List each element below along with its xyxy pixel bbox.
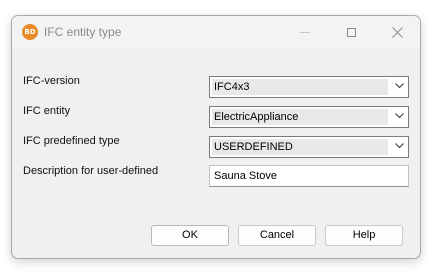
description-input[interactable]: Sauna Stove <box>209 165 409 187</box>
close-button[interactable] <box>374 16 420 48</box>
ifc-predefined-type-select[interactable]: USERDEFINED <box>209 136 409 158</box>
chevron-down-icon <box>395 113 404 119</box>
help-button[interactable]: Help <box>325 225 403 246</box>
ifc-entity-type-dialog: BD IFC entity type IFC-version IFC4x3 IF… <box>11 15 421 259</box>
minimize-button[interactable] <box>282 16 328 48</box>
ifc-entity-label: IFC entity <box>23 105 71 117</box>
title-bar[interactable]: BD IFC entity type <box>12 16 420 48</box>
app-logo-icon: BD <box>22 24 38 40</box>
ok-button[interactable]: OK <box>151 225 229 246</box>
maximize-button[interactable] <box>328 16 374 48</box>
cancel-button[interactable]: Cancel <box>238 225 316 246</box>
ifc-entity-value: ElectricAppliance <box>214 111 299 123</box>
description-label: Description for user-defined <box>23 165 159 177</box>
description-value: Sauna Stove <box>214 170 277 182</box>
ifc-entity-select[interactable]: ElectricAppliance <box>209 106 409 128</box>
ifc-predefined-type-label: IFC predefined type <box>23 135 120 147</box>
maximize-icon <box>346 27 356 37</box>
close-icon <box>391 26 403 38</box>
window-title: IFC entity type <box>44 25 122 39</box>
ifc-predefined-type-value: USERDEFINED <box>214 141 293 153</box>
chevron-down-icon <box>395 143 404 149</box>
ifc-version-value: IFC4x3 <box>214 81 250 93</box>
chevron-down-icon <box>395 83 404 89</box>
minimize-icon <box>300 31 310 33</box>
ifc-version-select[interactable]: IFC4x3 <box>209 76 409 98</box>
ifc-version-label: IFC-version <box>23 75 80 87</box>
